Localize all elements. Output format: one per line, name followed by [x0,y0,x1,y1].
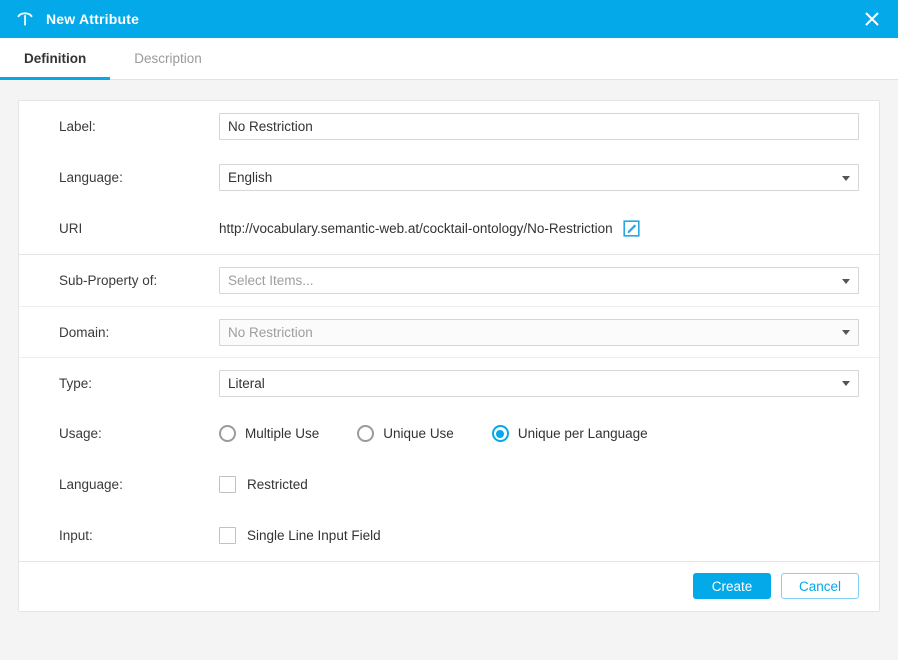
row-domain: Domain: No Restriction [19,306,879,357]
definition-form-panel: Label: Language: English [18,100,880,612]
restricted-checkbox[interactable]: Restricted [219,476,859,493]
subproperty-caption: Sub-Property of: [39,273,219,288]
form-section-relations: Sub-Property of: Select Items... Domain: [19,254,879,561]
type-select-value: Literal [228,376,265,391]
usage-option-unique-use[interactable]: Unique Use [357,425,454,442]
usage-option-multiple-use-label: Multiple Use [245,426,319,441]
dialog-footer: Create Cancel [19,561,879,611]
usage-caption: Usage: [39,426,219,441]
label-input[interactable] [219,113,859,140]
uri-value: http://vocabulary.semantic-web.at/cockta… [219,221,613,236]
dialog-titlebar: New Attribute [0,0,898,38]
row-input: Input: Single Line Input Field [19,510,879,561]
type-select[interactable]: Literal [219,370,859,397]
form-section-identity: Label: Language: English [19,101,879,254]
new-attribute-dialog: New Attribute Definition Description Lab… [0,0,898,660]
row-label: Label: [19,101,879,152]
chevron-down-icon [842,279,850,284]
checkbox-icon [219,476,236,493]
domain-select-value: No Restriction [228,325,313,340]
subproperty-select[interactable]: Select Items... [219,267,859,294]
cancel-button[interactable]: Cancel [781,573,859,599]
create-button-label: Create [712,579,753,594]
language-select-caption: Language: [39,170,219,185]
tab-bar: Definition Description [0,38,898,80]
language-select[interactable]: English [219,164,859,191]
usage-option-multiple-use[interactable]: Multiple Use [219,425,319,442]
restricted-checkbox-label: Restricted [247,477,308,492]
language-select-value: English [228,170,272,185]
chevron-down-icon [842,330,850,335]
single-line-input-checkbox-label: Single Line Input Field [247,528,381,543]
radio-icon [357,425,374,442]
single-line-input-checkbox[interactable]: Single Line Input Field [219,527,859,544]
checkbox-icon [219,527,236,544]
domain-select[interactable]: No Restriction [219,319,859,346]
usage-option-unique-per-language-label: Unique per Language [518,426,648,441]
type-caption: Type: [39,376,219,391]
create-button[interactable]: Create [693,573,771,599]
usage-option-unique-per-language[interactable]: Unique per Language [492,425,648,442]
radio-selected-icon [492,425,509,442]
subproperty-select-value: Select Items... [228,273,314,288]
uri-caption: URI [39,221,219,236]
chevron-down-icon [842,176,850,181]
row-usage: Usage: Multiple Use Unique Use [19,408,879,459]
chevron-down-icon [842,381,850,386]
input-caption: Input: [39,528,219,543]
usage-option-unique-use-label: Unique Use [383,426,454,441]
row-language-select: Language: English [19,152,879,203]
usage-radio-group: Multiple Use Unique Use Unique per Langu… [219,425,859,442]
tab-description[interactable]: Description [110,38,226,79]
row-language-restricted: Language: Restricted [19,459,879,510]
radio-icon [219,425,236,442]
language-restricted-caption: Language: [39,477,219,492]
row-uri: URI http://vocabulary.semantic-web.at/co… [19,203,879,254]
tab-definition-label: Definition [24,51,86,66]
row-subproperty: Sub-Property of: Select Items... [19,255,879,306]
dialog-content: Label: Language: English [0,80,898,660]
edit-icon[interactable] [623,220,640,237]
dialog-title: New Attribute [46,11,139,27]
row-type: Type: Literal [19,357,879,408]
cancel-button-label: Cancel [799,579,841,594]
domain-caption: Domain: [39,325,219,340]
tab-description-label: Description [134,51,202,66]
label-field-caption: Label: [39,119,219,134]
attribute-icon [14,8,36,30]
tab-definition[interactable]: Definition [0,38,110,79]
close-icon[interactable] [846,0,898,38]
